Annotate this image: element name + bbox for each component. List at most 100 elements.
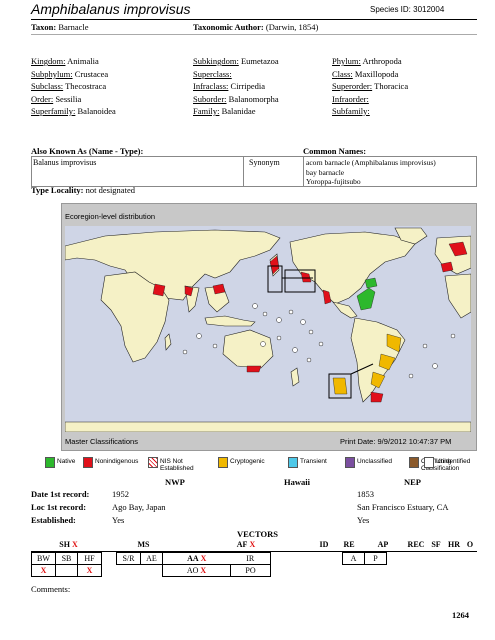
vec-re: RE bbox=[337, 539, 361, 552]
vec-ms: MS bbox=[106, 539, 181, 552]
vec-aa: AA X bbox=[162, 552, 231, 565]
common-names-header: Common Names: bbox=[303, 146, 367, 156]
vec-po: PO bbox=[230, 564, 271, 577]
legend-swatch bbox=[424, 457, 434, 468]
legend-swatch bbox=[218, 457, 228, 468]
common-name: bay barnacle bbox=[306, 167, 345, 177]
taxonomy-value: Thecostraca bbox=[65, 81, 107, 91]
legend-label: Nonindigenous bbox=[95, 458, 139, 465]
vec-id: ID bbox=[311, 539, 337, 552]
taxonomy-label: Kingdom: bbox=[31, 56, 66, 66]
taxonomy-value: Maxillopoda bbox=[354, 68, 399, 79]
vec-rec: REC bbox=[405, 539, 427, 552]
taxonomy-value: Crustacea bbox=[74, 68, 109, 79]
common-name: acorn barnacle (Amphibalanus improvisus) bbox=[306, 158, 436, 167]
map-title: Ecoregion-level distribution bbox=[65, 212, 156, 221]
aka-table: Balanus improvisus Synonym acorn barnacl… bbox=[31, 156, 477, 187]
taxonomy-label: Subkingdom: bbox=[193, 56, 239, 66]
col-hawaii: Hawaii bbox=[284, 477, 310, 487]
taxonomy-label: Family: bbox=[193, 106, 220, 116]
taxonomy-field: Infraorder: bbox=[332, 94, 369, 104]
species-title: Amphibalanus improvisus bbox=[31, 1, 191, 17]
vec-ao: AO X bbox=[162, 564, 231, 577]
col-nep: NEP bbox=[404, 477, 421, 487]
taxonomy-field: Subclass: Thecostraca bbox=[31, 81, 106, 91]
author-value: (Darwin, 1854) bbox=[265, 22, 319, 32]
est-nep: Yes bbox=[357, 515, 370, 525]
legend-swatch bbox=[409, 457, 419, 468]
vec-p: P bbox=[364, 552, 387, 565]
taxonomy-field: Family: Balanidae bbox=[193, 106, 256, 116]
taxonomy-value: Balanoidea bbox=[77, 106, 116, 116]
vec-bw: BW bbox=[31, 552, 56, 565]
taxonomy-value: Thoracica bbox=[374, 81, 409, 91]
taxonomy-label: Subphylum: bbox=[31, 68, 73, 79]
page-number: 1264 bbox=[452, 610, 469, 620]
taxonomy-field: Superclass: bbox=[193, 69, 232, 79]
taxonomy-field: Infraclass: Cirripedia bbox=[193, 81, 265, 91]
legend-swatch bbox=[45, 457, 55, 468]
taxonomy-field: Phylum: Arthropoda bbox=[332, 56, 402, 66]
type-locality-value: not designated bbox=[85, 185, 135, 195]
taxonomy-field: Subfamily: bbox=[332, 106, 370, 116]
taxonomy-value: Balanomorpha bbox=[228, 93, 279, 104]
taxon-rule bbox=[31, 34, 477, 35]
taxonomy-value: Balanidae bbox=[221, 106, 256, 116]
vec-hf-mark: X bbox=[77, 564, 102, 577]
author-line: Taxonomic Author: (Darwin, 1854) bbox=[193, 22, 318, 32]
author-label: Taxonomic Author: bbox=[193, 22, 264, 32]
vec-o: O bbox=[463, 539, 477, 552]
vectors-title: VECTORS bbox=[237, 529, 278, 539]
taxonomy-label: Superorder: bbox=[332, 81, 373, 91]
vec-sb: SB bbox=[55, 552, 78, 565]
taxonomy-label: Subclass: bbox=[31, 81, 64, 91]
taxonomy-label: Class: bbox=[332, 68, 353, 79]
legend-swatch bbox=[345, 457, 355, 468]
header-rule bbox=[31, 19, 477, 20]
taxonomy-value: Sessilia bbox=[55, 93, 82, 104]
vec-af: AF X bbox=[181, 539, 311, 552]
taxonomy-value: Cirripedia bbox=[230, 81, 265, 91]
est-label: Established: bbox=[31, 515, 76, 525]
taxonomy-value: Eumetazoa bbox=[240, 56, 279, 66]
legend-label: Unclassified bbox=[357, 458, 393, 465]
vec-ir: IR bbox=[230, 552, 271, 565]
map-footer-right: Print Date: 9/9/2012 10:47:37 PM bbox=[340, 437, 452, 446]
vec-sf: SF bbox=[427, 539, 445, 552]
est-nwp: Yes bbox=[112, 515, 125, 525]
legend-label: Unidentified bbox=[436, 458, 471, 465]
comments-label: Comments: bbox=[31, 584, 71, 594]
taxon-label: Taxon: bbox=[31, 22, 57, 32]
taxonomy-field: Suborder: Balanomorpha bbox=[193, 94, 279, 104]
taxonomy-label: Phylum: bbox=[332, 56, 361, 66]
vec-sh: SH X bbox=[31, 539, 106, 552]
aka-type: Synonym bbox=[249, 158, 280, 167]
taxonomy-label: Infraclass: bbox=[193, 81, 229, 91]
taxonomy-label: Superclass: bbox=[193, 68, 232, 79]
date-label: Date 1st record: bbox=[31, 489, 90, 499]
taxonomy-field: Superorder: Thoracica bbox=[332, 81, 408, 91]
taxonomy-field: Kingdom: Animalia bbox=[31, 56, 99, 66]
taxonomy-field: Superfamily: Balanoidea bbox=[31, 106, 116, 116]
aka-header: Also Known As (Name - Type): bbox=[31, 146, 144, 156]
legend-swatch bbox=[288, 457, 298, 468]
vec-a: A bbox=[342, 552, 365, 565]
legend-swatch bbox=[148, 457, 158, 468]
taxonomy-field: Class: Maxillopoda bbox=[332, 69, 398, 79]
legend-label: NIS Not Established bbox=[160, 458, 194, 472]
taxonomy-field: Order: Sessilia bbox=[31, 94, 81, 104]
taxonomy-label: Suborder: bbox=[193, 93, 227, 104]
map-footer-left: Master Classifications bbox=[65, 437, 138, 446]
col-nwp: NWP bbox=[165, 477, 185, 487]
taxonomy-value: Arthropoda bbox=[362, 56, 402, 66]
date-nep: 1853 bbox=[357, 489, 374, 499]
common-names-list: acorn barnacle (Amphibalanus improvisus)… bbox=[306, 158, 436, 187]
loc-label: Loc 1st record: bbox=[31, 502, 87, 512]
legend-swatch bbox=[83, 457, 93, 468]
vec-sr: S/R bbox=[116, 552, 141, 565]
taxon-value: Barnacle bbox=[58, 22, 89, 32]
taxonomy-value: Animalia bbox=[67, 56, 99, 66]
world-map bbox=[64, 227, 472, 433]
taxon-line: Taxon: Barnacle bbox=[31, 22, 89, 32]
map-ocean bbox=[64, 226, 472, 433]
